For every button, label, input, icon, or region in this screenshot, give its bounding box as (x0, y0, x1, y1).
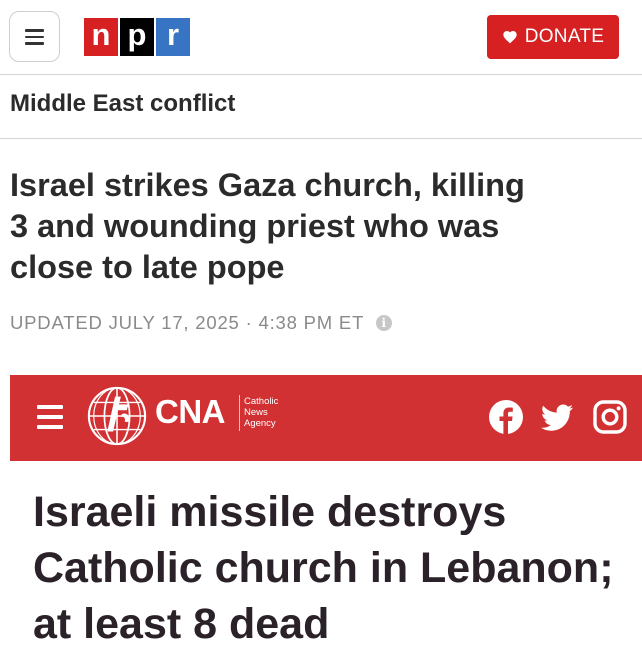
cna-tagline: Catholic News Agency (244, 396, 278, 429)
headline-line: Catholic church in Lebanon; (33, 544, 614, 592)
donate-button[interactable]: DONATE (487, 15, 619, 59)
headline-line: close to late pope (10, 249, 285, 285)
info-icon[interactable]: i (376, 315, 393, 331)
headline-line: at least 8 dead (33, 600, 330, 648)
menu-button[interactable] (9, 11, 60, 62)
npr-logo[interactable]: n p r (84, 18, 192, 56)
twitter-icon[interactable] (539, 399, 575, 435)
logo-divider (239, 395, 240, 431)
heart-icon (503, 31, 517, 44)
donate-label: DONATE (524, 26, 605, 47)
facebook-icon[interactable] (488, 399, 524, 435)
tagline-line: Catholic (244, 396, 279, 407)
npr-headline: Israel strikes Gaza church, killing 3 an… (10, 165, 620, 288)
hamburger-icon (25, 29, 44, 32)
npr-logo-p: p (120, 18, 154, 56)
hamburger-icon (37, 405, 63, 409)
npr-logo-r: r (156, 18, 190, 56)
headline-line: Israeli missile destroys (33, 488, 507, 536)
cna-wordmark[interactable]: CNA (155, 393, 226, 431)
dateline-text: UPDATED JULY 17, 2025 · 4:38 PM ET (10, 312, 365, 333)
section-label[interactable]: Middle East conflict (10, 90, 235, 118)
cna-headline: Israeli missile destroys Catholic church… (33, 484, 633, 652)
dateline: UPDATED JULY 17, 2025 · 4:38 PM ET i (10, 312, 393, 334)
divider (0, 138, 642, 139)
npr-header: n p r DONATE (0, 0, 642, 74)
cna-header: CNA Catholic News Agency (10, 375, 642, 461)
npr-logo-n: n (84, 18, 118, 56)
tagline-line: Agency (244, 418, 276, 429)
cna-globe-icon[interactable] (86, 385, 148, 447)
divider (0, 74, 642, 75)
instagram-icon[interactable] (592, 399, 628, 435)
headline-line: Israel strikes Gaza church, killing (10, 167, 525, 203)
headline-line: 3 and wounding priest who was (10, 208, 500, 244)
cna-menu-button[interactable] (37, 405, 63, 429)
tagline-line: News (244, 407, 268, 418)
